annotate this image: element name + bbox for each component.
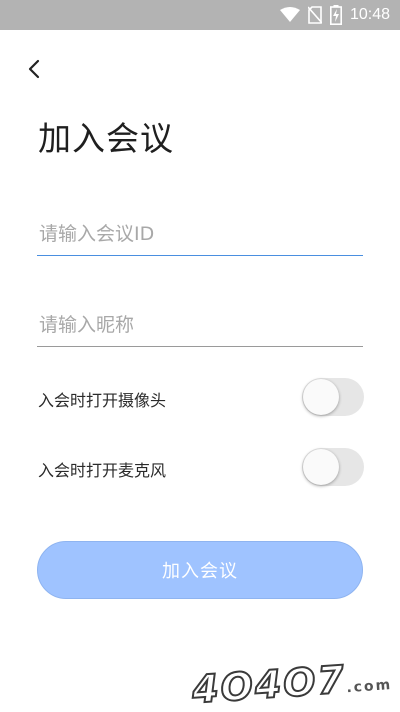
microphone-toggle-knob: [303, 449, 339, 485]
watermark-text: 4O4O7: [190, 656, 349, 712]
chevron-left-icon: [22, 55, 50, 83]
meeting-id-underline: [37, 254, 363, 256]
status-bar: 10:48: [0, 0, 400, 30]
microphone-toggle-switch[interactable]: [302, 448, 364, 486]
meeting-id-input[interactable]: [37, 216, 365, 252]
meeting-id-field: [37, 216, 365, 256]
battery-charging-icon: [329, 5, 342, 25]
watermark-logo: 4O4O7.com: [190, 654, 393, 712]
page-title: 加入会议: [38, 119, 174, 158]
camera-toggle-switch[interactable]: [302, 378, 364, 416]
status-icons: 10:48: [279, 0, 390, 30]
join-meeting-button-label: 加入会议: [162, 561, 238, 582]
microphone-toggle-label: 入会时打开麦克风: [38, 461, 167, 480]
wifi-icon: [279, 7, 300, 23]
join-meeting-button[interactable]: 加入会议: [37, 541, 363, 599]
microphone-toggle-row: 入会时打开麦克风: [38, 448, 364, 486]
camera-toggle-row: 入会时打开摄像头: [38, 378, 364, 416]
status-time: 10:48: [349, 6, 390, 23]
nickname-input[interactable]: [37, 307, 365, 343]
nickname-underline: [37, 346, 363, 347]
watermark-suffix: .com: [346, 677, 393, 697]
camera-toggle-knob: [303, 379, 339, 415]
no-sim-icon: [307, 6, 322, 24]
camera-toggle-label: 入会时打开摄像头: [38, 391, 167, 410]
back-button[interactable]: [22, 55, 50, 83]
nickname-field: [37, 307, 365, 347]
